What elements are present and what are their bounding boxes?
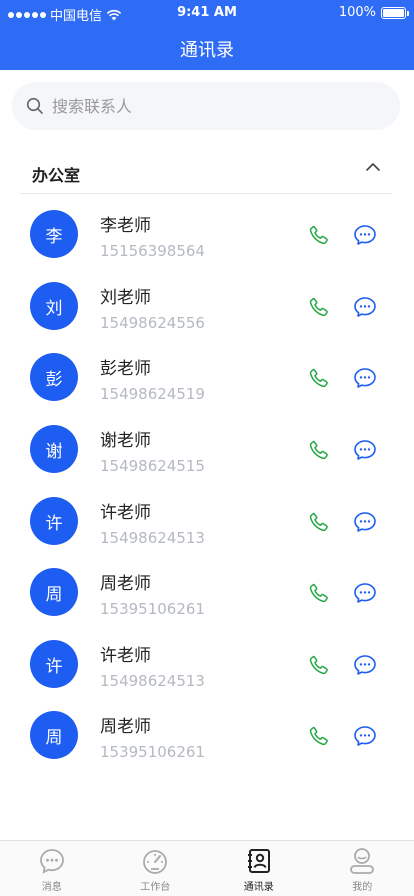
- search-input[interactable]: [52, 96, 352, 116]
- app-header: 中国电信 9:41 AM 100% 通讯录: [0, 0, 414, 70]
- contact-row[interactable]: 李 李老师 15156398564: [0, 200, 414, 272]
- search-icon: [26, 97, 43, 114]
- contact-phone: 15498624519: [100, 385, 205, 403]
- tab-profile[interactable]: 我的: [311, 841, 414, 896]
- avatar-initial: 许: [45, 513, 63, 534]
- phone-call-icon[interactable]: [308, 654, 330, 676]
- avatar-initial: 彭: [45, 369, 63, 390]
- contact-name: 周老师: [100, 717, 151, 737]
- contacts-book-icon: [247, 849, 270, 873]
- contact-row[interactable]: 许 许老师 15498624513: [0, 630, 414, 702]
- contact-name: 许老师: [100, 503, 151, 523]
- contact-row[interactable]: 周 周老师 15395106261: [0, 701, 414, 773]
- contact-phone: 15498624513: [100, 672, 205, 690]
- avatar: 李: [30, 210, 78, 258]
- avatar: 谢: [30, 425, 78, 473]
- tab-label: 我的: [352, 882, 373, 893]
- message-icon[interactable]: [353, 654, 377, 676]
- status-right: 100%: [338, 5, 409, 20]
- group-title: 办公室: [32, 166, 81, 185]
- phone-call-icon[interactable]: [308, 439, 330, 461]
- avatar: 刘: [30, 282, 78, 330]
- tab-workbench[interactable]: 工作台: [104, 841, 208, 896]
- chevron-up-icon[interactable]: [364, 158, 382, 176]
- battery-icon: [381, 6, 409, 19]
- phone-call-icon[interactable]: [308, 511, 330, 533]
- avatar: 许: [30, 640, 78, 688]
- message-icon[interactable]: [353, 296, 377, 318]
- tab-contacts[interactable]: 通讯录: [207, 841, 311, 896]
- avatar: 周: [30, 711, 78, 759]
- avatar-initial: 李: [45, 226, 63, 247]
- contact-name: 谢老师: [100, 431, 151, 451]
- contact-row[interactable]: 许 许老师 15498624513: [0, 487, 414, 559]
- tab-messages[interactable]: 消息: [0, 841, 104, 896]
- phone-call-icon[interactable]: [308, 725, 330, 747]
- contact-name: 刘老师: [100, 288, 151, 308]
- search-bar[interactable]: [12, 82, 400, 130]
- page-title: 通讯录: [180, 40, 234, 61]
- avatar: 彭: [30, 353, 78, 401]
- contact-name: 李老师: [100, 216, 151, 236]
- tab-label: 通讯录: [243, 882, 274, 893]
- contact-name: 许老师: [100, 646, 151, 666]
- avatar-initial: 许: [45, 656, 63, 677]
- contact-row[interactable]: 刘 刘老师 15498624556: [0, 272, 414, 344]
- contact-phone: 15395106261: [100, 743, 205, 761]
- avatar-initial: 谢: [45, 441, 63, 462]
- avatar: 周: [30, 568, 78, 616]
- phone-call-icon[interactable]: [308, 224, 330, 246]
- status-bar: 中国电信 9:41 AM 100%: [0, 0, 414, 26]
- chat-bubble-icon: [39, 849, 64, 874]
- phone-call-icon[interactable]: [308, 367, 330, 389]
- contact-row[interactable]: 周 周老师 15395106261: [0, 558, 414, 630]
- group-header-office[interactable]: 办公室: [20, 150, 392, 194]
- message-icon[interactable]: [353, 439, 377, 461]
- contact-name: 周老师: [100, 574, 151, 594]
- tab-label: 工作台: [140, 882, 171, 893]
- speedometer-icon: [143, 850, 168, 874]
- message-icon[interactable]: [353, 725, 377, 747]
- contact-phone: 15498624513: [100, 529, 205, 547]
- bottom-tab-bar: 消息 工作台 通讯录 我的: [0, 840, 414, 896]
- contact-phone: 15156398564: [100, 242, 205, 260]
- contact-phone: 15498624515: [100, 457, 205, 475]
- message-icon[interactable]: [353, 582, 377, 604]
- contact-phone: 15395106261: [100, 600, 205, 618]
- profile-icon: [350, 848, 375, 874]
- phone-call-icon[interactable]: [308, 296, 330, 318]
- avatar-initial: 周: [45, 584, 63, 605]
- message-icon[interactable]: [353, 224, 377, 246]
- message-icon[interactable]: [353, 367, 377, 389]
- avatar-initial: 刘: [45, 298, 63, 319]
- contact-row[interactable]: 彭 彭老师 15498624519: [0, 343, 414, 415]
- avatar: 许: [30, 497, 78, 545]
- tab-label: 消息: [41, 882, 62, 893]
- contact-name: 彭老师: [100, 359, 151, 379]
- avatar-initial: 周: [45, 727, 63, 748]
- contact-phone: 15498624556: [100, 314, 205, 332]
- message-icon[interactable]: [353, 511, 377, 533]
- battery-percent: 100%: [338, 5, 376, 20]
- contact-row[interactable]: 谢 谢老师 15498624515: [0, 415, 414, 487]
- phone-call-icon[interactable]: [308, 582, 330, 604]
